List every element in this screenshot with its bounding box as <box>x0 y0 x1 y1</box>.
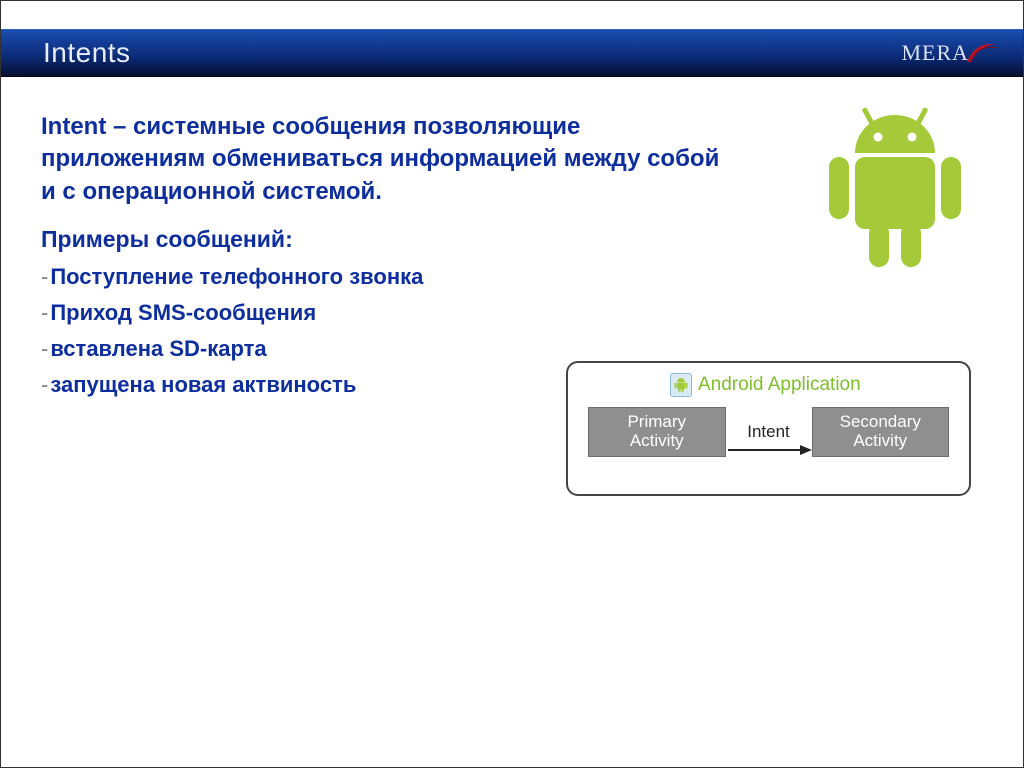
bullet-text: Приход SMS-сообщения <box>50 300 316 326</box>
definition-paragraph: Intent – системные сообщения позволяющие… <box>41 111 721 208</box>
arrow-label: Intent <box>747 422 790 442</box>
bullet-text: Поступление телефонного звонка <box>50 264 423 290</box>
secondary-activity-box: Secondary Activity <box>812 407 950 457</box>
box-line: Secondary <box>840 413 921 432</box>
android-robot-icon <box>815 101 975 286</box>
intent-arrow: Intent <box>726 407 812 457</box>
slide: Intents MERA Intent – системные сообщени… <box>0 0 1024 768</box>
definition-text: – системные сообщения позволяющие прилож… <box>41 113 719 205</box>
slide-title: Intents <box>43 37 131 69</box>
bullet-dash: - <box>41 300 48 326</box>
mera-swoosh-icon <box>969 42 999 64</box>
bullet-dash: - <box>41 372 48 398</box>
intent-diagram: Android Application Primary Activity Int… <box>566 361 971 496</box>
bullet-dash: - <box>41 264 48 290</box>
bullet-text: запущена новая актвиность <box>50 372 356 398</box>
title-bar: Intents MERA <box>1 29 1023 77</box>
box-line: Activity <box>630 432 684 451</box>
bullet-text: вставлена SD-карта <box>50 336 266 362</box>
mini-android-icon <box>670 373 692 397</box>
primary-activity-box: Primary Activity <box>588 407 726 457</box>
box-line: Primary <box>627 413 686 432</box>
diagram-title: Android Application <box>698 374 861 396</box>
arrow-icon <box>726 443 812 457</box>
brand-logo: MERA <box>901 40 999 66</box>
bullet-dash: - <box>41 336 48 362</box>
brand-text: MERA <box>901 40 969 66</box>
diagram-header: Android Application <box>568 363 969 403</box>
diagram-row: Primary Activity Intent Secondary Activi… <box>568 403 969 457</box>
box-line: Activity <box>853 432 907 451</box>
term: Intent <box>41 113 106 140</box>
list-item: -Приход SMS-сообщения <box>41 295 983 331</box>
